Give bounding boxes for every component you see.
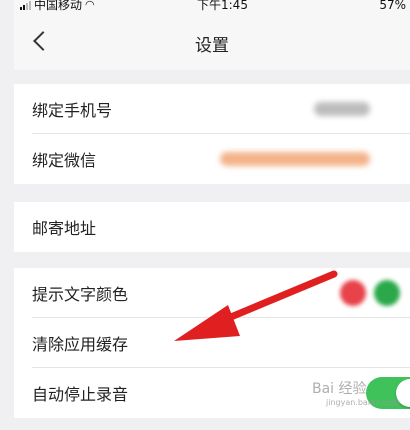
settings-page: 中国移动 ◠ 下午1:45 57% 设置 绑定手机号 绑定微信 邮寄地址 提示文… — [14, 0, 410, 430]
watermark-logo: Bai 经验 — [312, 381, 367, 397]
watermark-url: jingyan.baidu.com — [326, 398, 400, 407]
arrow-head — [174, 305, 240, 341]
annotation-arrow — [174, 270, 338, 341]
